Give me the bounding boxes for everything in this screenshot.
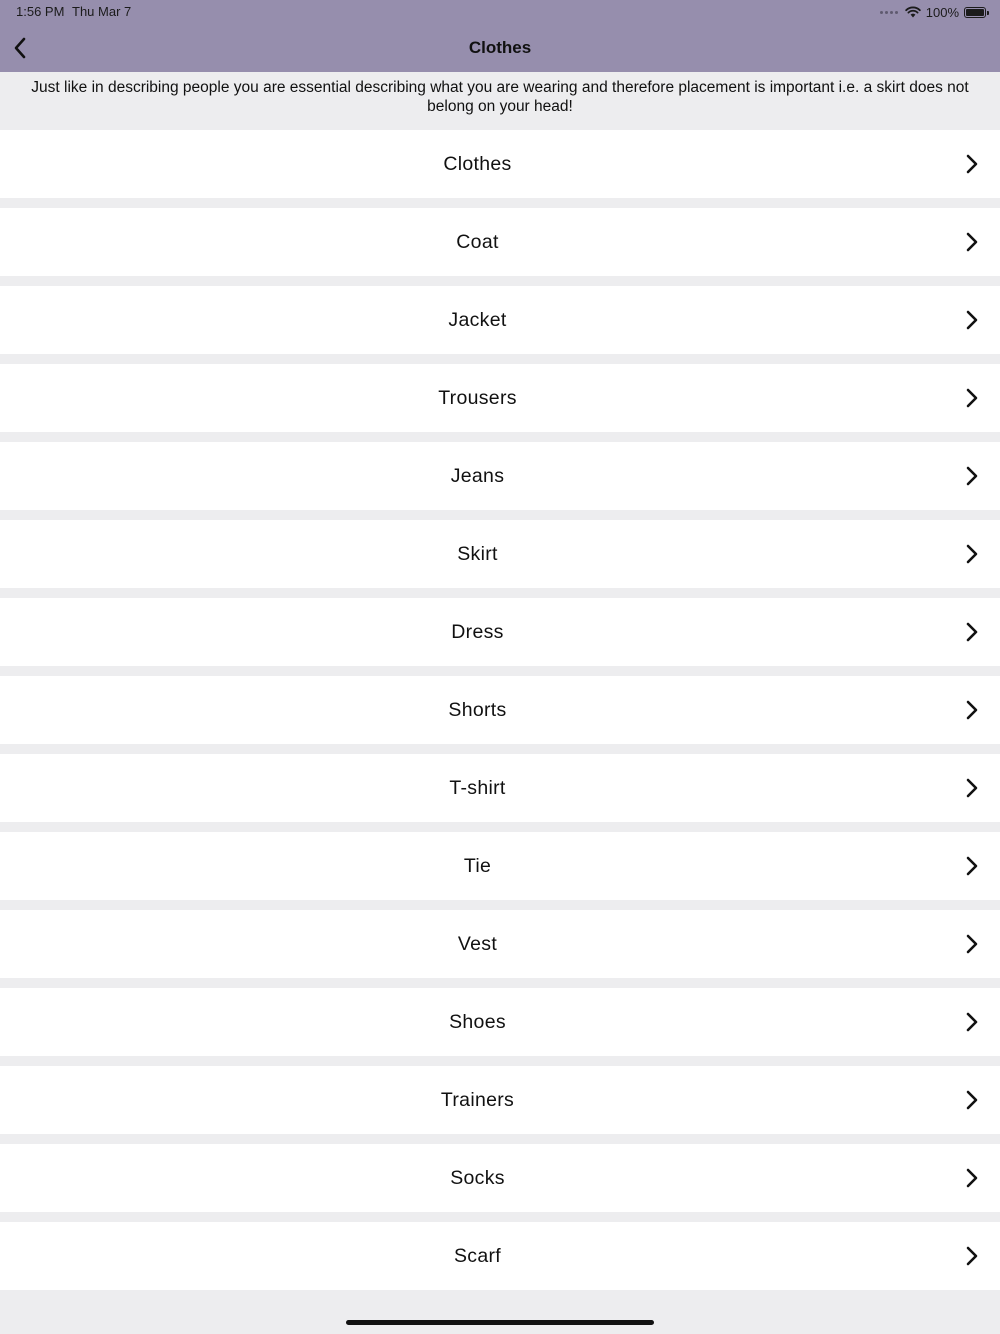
chevron-right-icon (966, 1012, 978, 1032)
clothes-list: Clothes Coat Jacket Trousers Jeans Skirt Dress… (0, 130, 1000, 1300)
list-item[interactable]: Coat (0, 208, 1000, 276)
list-item[interactable]: T-shirt (0, 754, 1000, 822)
list-item-label: Trainers (440, 1089, 515, 1111)
list-item-label: Shorts (448, 699, 507, 721)
status-indicators: 100% (879, 3, 989, 21)
list-item[interactable]: Jacket (0, 286, 1000, 354)
navigation-bar: 1:56 PM Thu Mar 7 100% Clothes (0, 0, 1000, 72)
list-item-label: Tie (463, 855, 492, 877)
chevron-right-icon (966, 1246, 978, 1266)
chevron-right-icon (966, 778, 978, 798)
list-item-label: Socks (450, 1167, 505, 1189)
cellular-signal-icon (879, 10, 898, 14)
list-item[interactable]: Skirt (0, 520, 1000, 588)
list-item-label: Coat (456, 231, 499, 253)
status-time: 1:56 PM (16, 4, 65, 19)
chevron-right-icon (966, 1168, 978, 1188)
list-item[interactable]: Scarf (0, 1222, 1000, 1290)
list-item-label: Trousers (438, 387, 517, 409)
list-item[interactable]: Trousers (0, 364, 1000, 432)
list-item-label: Shoes (449, 1011, 506, 1033)
battery-level (966, 8, 984, 16)
chevron-right-icon (966, 154, 978, 174)
list-item[interactable]: Dress (0, 598, 1000, 666)
list-item-label: Scarf (453, 1245, 501, 1267)
list-item-label: Clothes (443, 153, 512, 175)
list-item[interactable]: Tie (0, 832, 1000, 900)
chevron-right-icon (966, 544, 978, 564)
chevron-right-icon (966, 466, 978, 486)
list-item[interactable]: Shorts (0, 676, 1000, 744)
list-item[interactable]: Shoes (0, 988, 1000, 1056)
list-item-label: Dress (451, 621, 504, 643)
battery-percent: 100% (925, 4, 959, 20)
list-bottom-edge (0, 1300, 1000, 1334)
list-item[interactable]: Jeans (0, 442, 1000, 510)
chevron-right-icon (966, 700, 978, 720)
list-item[interactable]: Clothes (0, 130, 1000, 198)
list-item-label: T-shirt (449, 777, 506, 799)
chevron-right-icon (966, 1090, 978, 1110)
list-item-label: Jacket (448, 309, 507, 331)
list-item[interactable]: Socks (0, 1144, 1000, 1212)
home-indicator (346, 1320, 654, 1325)
chevron-right-icon (966, 934, 978, 954)
list-item[interactable]: Trainers (0, 1066, 1000, 1134)
chevron-right-icon (966, 310, 978, 330)
description-text: Just like in describing people you are e… (31, 79, 969, 115)
list-item-label: Jeans (450, 465, 505, 487)
battery-icon (964, 6, 989, 18)
list-item-label: Vest (457, 933, 498, 955)
wifi-icon (905, 6, 921, 18)
list-item[interactable]: Vest (0, 910, 1000, 978)
chevron-right-icon (966, 622, 978, 642)
chevron-right-icon (966, 232, 978, 252)
list-item-label: Skirt (457, 543, 498, 565)
chevron-right-icon (966, 856, 978, 876)
status-date: Thu Mar 7 (72, 4, 132, 19)
page-title: Clothes (468, 38, 532, 57)
chevron-right-icon (966, 388, 978, 408)
